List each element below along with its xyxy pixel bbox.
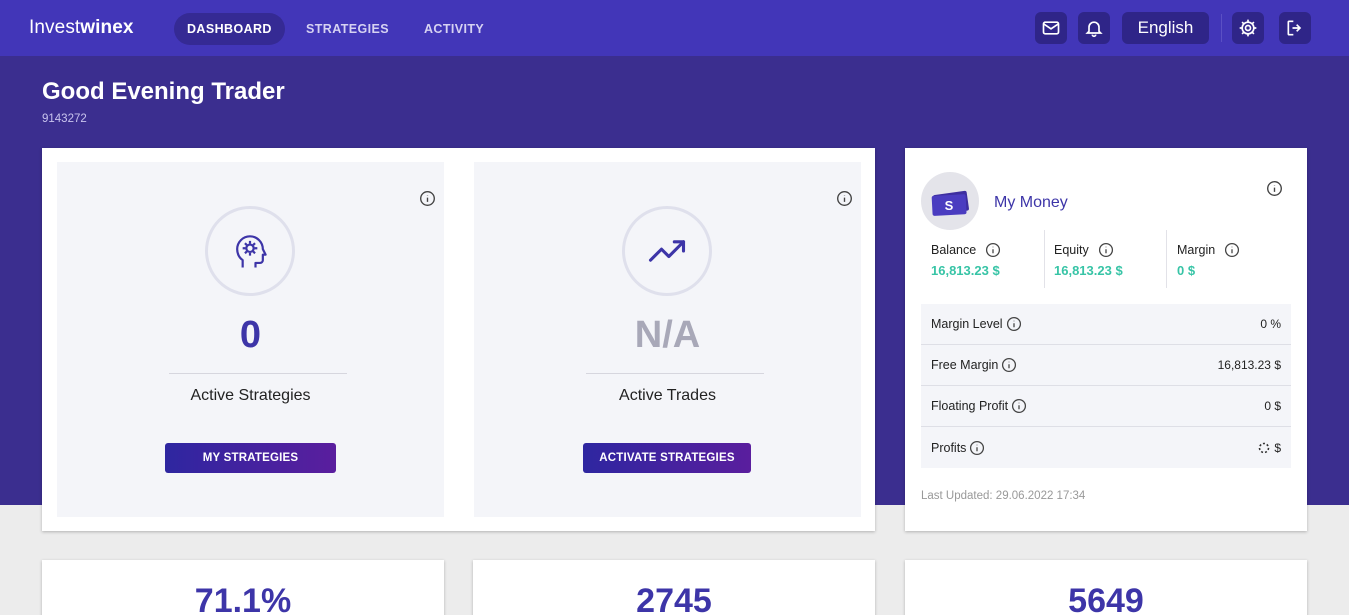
stat-card-count-2: 5649 bbox=[905, 560, 1307, 615]
tab-strategies[interactable]: STRATEGIES bbox=[306, 13, 389, 45]
stat-divider bbox=[1044, 230, 1045, 288]
table-row: Margin Level 0 % bbox=[921, 304, 1291, 345]
brand-text-invest: Invest bbox=[29, 17, 81, 38]
active-trades-value: N/A bbox=[634, 314, 701, 356]
stat-card-percent: 71.1% bbox=[42, 560, 444, 615]
head-gear-icon bbox=[236, 235, 267, 268]
stat-card-value: 71.1% bbox=[194, 582, 292, 615]
language-selector[interactable]: English bbox=[1122, 12, 1209, 44]
profits-value-wrapper: $ bbox=[1258, 441, 1281, 455]
floating-profit-label: Floating Profit bbox=[931, 399, 1009, 413]
floating-profit-value: 0 $ bbox=[1264, 399, 1281, 413]
table-row: Free Margin 16,813.23 $ bbox=[921, 345, 1291, 386]
activate-strategies-button[interactable]: ACTIVATE STRATEGIES bbox=[583, 443, 751, 473]
stat-card-value: 5649 bbox=[1068, 582, 1144, 615]
table-row: Floating Profit 0 $ bbox=[921, 386, 1291, 427]
money-avatar: S bbox=[921, 172, 979, 230]
profits-value: $ bbox=[1274, 440, 1281, 455]
notifications-button[interactable] bbox=[1078, 12, 1110, 44]
table-row: Profits $ bbox=[921, 427, 1291, 468]
settings-button[interactable] bbox=[1232, 12, 1264, 44]
trades-icon-circle bbox=[622, 206, 712, 296]
my-money-title: My Money bbox=[994, 194, 1068, 211]
stat-card-value: 2745 bbox=[636, 582, 712, 615]
loading-spinner-icon bbox=[1259, 442, 1270, 453]
info-icon[interactable] bbox=[1006, 316, 1022, 332]
money-details-table: Margin Level 0 % Free Margin 16,813.23 $… bbox=[921, 304, 1291, 468]
active-trades-label: Active Trades bbox=[619, 387, 716, 404]
info-icon[interactable] bbox=[1224, 242, 1240, 258]
margin-value: 0 $ bbox=[1177, 263, 1196, 278]
info-icon[interactable] bbox=[1098, 242, 1114, 258]
mail-icon bbox=[1042, 21, 1060, 35]
navbar-divider bbox=[1221, 14, 1222, 42]
profits-label: Profits bbox=[931, 440, 967, 455]
active-strategies-label: Active Strategies bbox=[190, 387, 311, 404]
strategies-icon-circle bbox=[205, 206, 295, 296]
active-strategies-value: 0 bbox=[239, 314, 262, 356]
messages-button[interactable] bbox=[1035, 12, 1067, 44]
margin-level-label: Margin Level bbox=[931, 317, 1003, 331]
equity-value: 16,813.23 $ bbox=[1054, 263, 1123, 278]
my-strategies-button[interactable]: MY STRATEGIES bbox=[165, 443, 336, 473]
info-icon[interactable] bbox=[1266, 180, 1283, 197]
overview-card: 0 Active Strategies MY STRATEGIES N/A Ac… bbox=[42, 148, 875, 531]
greeting-title: Good Evening Trader bbox=[42, 78, 285, 105]
logout-icon bbox=[1287, 20, 1302, 36]
margin-level-value: 0 % bbox=[1260, 317, 1281, 331]
trend-up-icon bbox=[648, 240, 686, 262]
account-id: 9143272 bbox=[42, 113, 87, 125]
margin-stat: Margin 0 $ bbox=[1177, 242, 1240, 278]
balance-label: Balance bbox=[931, 243, 977, 257]
gear-icon bbox=[1239, 19, 1257, 37]
equity-label: Equity bbox=[1054, 243, 1089, 257]
brand-logo[interactable]: Investwinex bbox=[29, 17, 134, 39]
balance-stat: Balance 16,813.23 $ bbox=[931, 242, 1001, 278]
info-icon[interactable] bbox=[969, 440, 985, 456]
info-icon[interactable] bbox=[419, 190, 436, 207]
logout-button[interactable] bbox=[1279, 12, 1311, 44]
info-icon[interactable] bbox=[985, 242, 1001, 258]
equity-stat: Equity 16,813.23 $ bbox=[1054, 242, 1123, 278]
panel-divider bbox=[586, 373, 764, 374]
brand-text-winex: winex bbox=[80, 17, 134, 38]
margin-label: Margin bbox=[1177, 243, 1216, 257]
stat-card-count-1: 2745 bbox=[473, 560, 875, 615]
tab-dashboard[interactable]: DASHBOARD bbox=[174, 13, 285, 45]
my-money-card: S My Money Balance 16,813.23 $ Equity 16… bbox=[905, 148, 1307, 531]
last-updated: Last Updated: 29.06.2022 17:34 bbox=[921, 490, 1086, 502]
panel-divider bbox=[169, 373, 347, 374]
svg-text:S: S bbox=[945, 198, 954, 213]
info-icon[interactable] bbox=[836, 190, 853, 207]
active-trades-panel: N/A Active Trades ACTIVATE STRATEGIES bbox=[474, 162, 861, 517]
banknote-icon: S bbox=[931, 190, 969, 216]
active-strategies-panel: 0 Active Strategies MY STRATEGIES bbox=[57, 162, 444, 517]
info-icon[interactable] bbox=[1001, 357, 1017, 373]
tab-activity[interactable]: ACTIVITY bbox=[424, 13, 484, 45]
stat-divider bbox=[1166, 230, 1167, 288]
info-icon[interactable] bbox=[1011, 398, 1027, 414]
top-navbar: Investwinex DASHBOARD STRATEGIES ACTIVIT… bbox=[0, 0, 1349, 56]
bell-icon bbox=[1085, 21, 1103, 38]
balance-value: 16,813.23 $ bbox=[931, 263, 1000, 278]
free-margin-value: 16,813.23 $ bbox=[1217, 358, 1281, 372]
free-margin-label: Free Margin bbox=[931, 358, 999, 372]
